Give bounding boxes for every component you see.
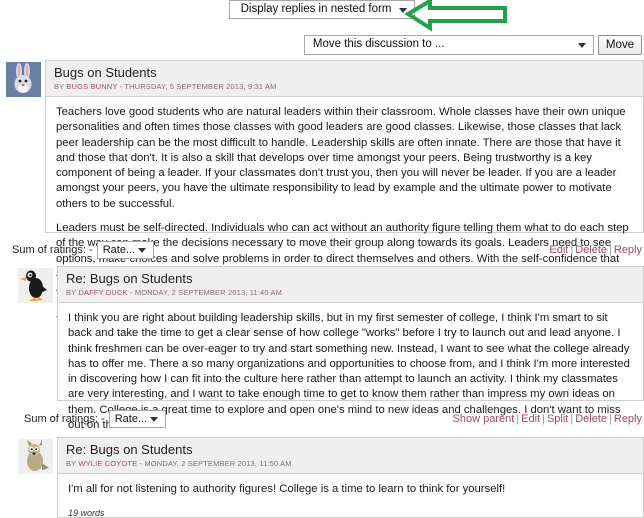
post-title: Bugs on Students — [54, 65, 157, 80]
edit-link[interactable]: Edit — [521, 413, 540, 425]
post-header: Re: Bugs on Students BY DAFFY DUCK - MON… — [58, 267, 643, 303]
post-container: Re: Bugs on Students BY WYLIE COYOTE - M… — [57, 437, 644, 518]
post-container: Bugs on Students BY BUGS BUNNY - THURSDA… — [45, 60, 644, 319]
post-footer: Sum of ratings: - Rate... Show parent | Ed… — [24, 409, 644, 429]
ratings-group: Sum of ratings: - Rate... — [12, 241, 155, 259]
chevron-down-icon — [150, 417, 159, 422]
post-footer: Sum of ratings: - Rate... Edit | Delete | Re… — [12, 240, 644, 260]
byline-prefix: BY — [66, 288, 77, 297]
ratings-label: Sum of ratings: - — [12, 244, 93, 256]
post-author[interactable]: DAFFY DUCK — [78, 288, 127, 297]
post-container: Re: Bugs on Students BY DAFFY DUCK - MON… — [57, 266, 644, 454]
move-discussion-row: Move this discussion to ... Move — [303, 35, 642, 55]
chevron-down-icon — [138, 248, 147, 253]
ratings-group: Sum of ratings: - Rate... — [24, 410, 167, 428]
rate-select-label: Rate... — [102, 243, 136, 256]
separator: | — [609, 244, 612, 256]
byline-prefix: BY — [54, 82, 65, 91]
rate-select-label: Rate... — [114, 412, 148, 425]
post-byline: BY DAFFY DUCK - MONDAY, 2 SEPTEMBER 2013… — [66, 288, 635, 298]
display-mode-label: Display replies in nested form — [240, 2, 392, 15]
post-header: Bugs on Students BY BUGS BUNNY - THURSDA… — [46, 61, 643, 97]
forum-discussion-page: Display replies in nested form Move this… — [0, 0, 644, 518]
daffy-duck-avatar[interactable] — [18, 268, 53, 303]
post-title: Re: Bugs on Students — [66, 271, 193, 286]
bugs-bunny-avatar[interactable] — [6, 62, 41, 97]
separator: | — [542, 413, 545, 425]
post-actions: Show parent | Edit | Split | Delete | Reply — [453, 413, 644, 425]
reply-link[interactable]: Reply — [614, 413, 642, 425]
move-discussion-select[interactable]: Move this discussion to ... — [303, 35, 594, 55]
delete-link[interactable]: Delete — [575, 413, 607, 425]
move-button[interactable]: Move — [597, 35, 642, 55]
chevron-down-icon — [399, 7, 407, 13]
post-byline: BY WYLIE COYOTE - MONDAY, 2 SEPTEMBER 20… — [66, 459, 635, 469]
post-date: - MONDAY, 2 SEPTEMBER 2013, 11:40 AM — [129, 288, 283, 297]
move-discussion-label: Move this discussion to ... — [312, 38, 445, 51]
rate-select[interactable]: Rate... — [108, 410, 167, 428]
wylie-coyote-avatar[interactable] — [18, 439, 53, 474]
post-paragraph: Teachers love good students who are natu… — [56, 106, 626, 210]
split-link[interactable]: Split — [547, 413, 568, 425]
post-date: - THURSDAY, 5 SEPTEMBER 2013, 9:31 AM — [119, 82, 277, 91]
post-date: - MONDAY, 2 SEPTEMBER 2013, 11:50 AM — [139, 459, 292, 468]
separator: | — [609, 413, 612, 425]
post-body: I'm all for not listening to authority f… — [58, 474, 643, 518]
post-author[interactable]: BUGS BUNNY — [66, 82, 117, 91]
post-actions: Edit | Delete | Reply — [549, 244, 644, 256]
byline-prefix: BY — [66, 459, 77, 468]
show-parent-link[interactable]: Show parent — [453, 413, 515, 425]
post-title: Re: Bugs on Students — [66, 442, 193, 457]
post-paragraph: I'm all for not listening to authority f… — [68, 483, 506, 495]
rate-select[interactable]: Rate... — [96, 241, 155, 259]
reply-link[interactable]: Reply — [614, 244, 642, 256]
chevron-down-icon — [577, 43, 586, 48]
post-header: Re: Bugs on Students BY WYLIE COYOTE - M… — [58, 438, 643, 474]
post-byline: BY BUGS BUNNY - THURSDAY, 5 SEPTEMBER 20… — [54, 82, 635, 92]
display-mode-row: Display replies in nested form — [0, 0, 644, 19]
ratings-label: Sum of ratings: - — [24, 413, 105, 425]
display-mode-select[interactable]: Display replies in nested form — [229, 0, 415, 19]
edit-link[interactable]: Edit — [549, 244, 568, 256]
post-author[interactable]: WYLIE COYOTE — [78, 459, 137, 468]
post-wordcount: 19 words — [68, 508, 105, 518]
delete-link[interactable]: Delete — [575, 244, 607, 256]
